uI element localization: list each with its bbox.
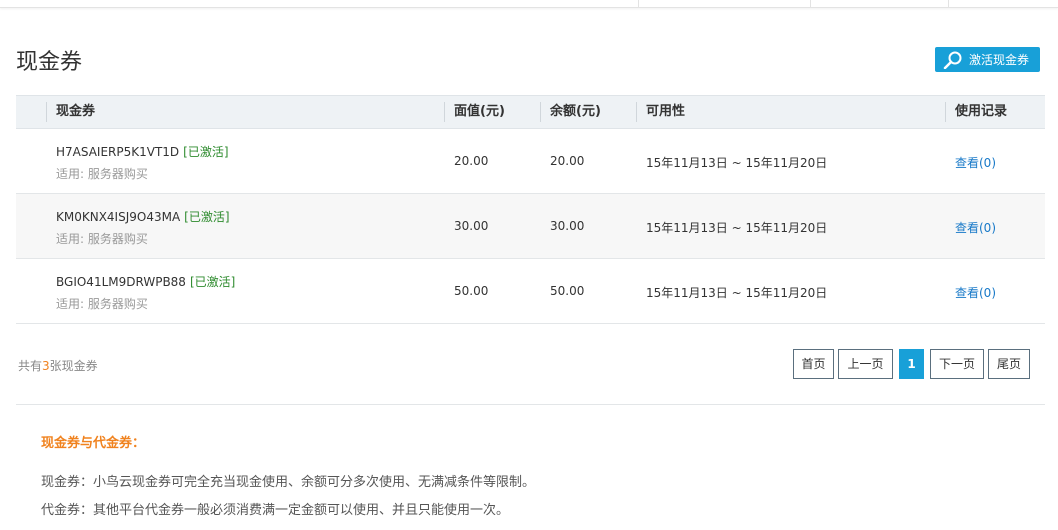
face-value: 30.00	[454, 219, 489, 233]
column-header-balance: 余额(元)	[550, 104, 601, 119]
column-separator	[945, 102, 946, 122]
status-badge: [已激活]	[184, 210, 230, 224]
validity-period: 15年11月13日 ~ 15年11月20日	[646, 156, 828, 170]
voucher-scope: 适用: 服务器购买	[56, 297, 148, 311]
status-badge: [已激活]	[183, 145, 229, 159]
table-header: 现金券 面值(元) 余额(元) 可用性 使用记录	[16, 95, 1045, 129]
prev-page-button[interactable]: 上一页	[838, 349, 893, 379]
activate-voucher-button[interactable]: 激活现金券	[935, 47, 1040, 72]
table-row: KM0KNX4ISJ9O43MA [已激活] 适用: 服务器购买 30.00 30…	[16, 194, 1045, 259]
validity-period: 15年11月13日 ~ 15年11月20日	[646, 221, 828, 235]
column-separator	[636, 102, 637, 122]
column-separator	[46, 102, 47, 122]
voucher-count-number: 3	[42, 359, 50, 373]
activate-voucher-label: 激活现金券	[969, 53, 1030, 67]
top-bar	[0, 0, 1058, 8]
column-header-availability: 可用性	[646, 104, 686, 119]
view-record-link[interactable]: 查看(0)	[955, 154, 996, 171]
column-header-voucher: 现金券	[56, 104, 96, 119]
view-record-link[interactable]: 查看(0)	[955, 219, 996, 236]
balance: 20.00	[550, 154, 585, 168]
current-page-button[interactable]: 1	[899, 349, 924, 379]
top-bar-divider	[948, 0, 949, 8]
balance: 50.00	[550, 284, 585, 298]
first-page-button[interactable]: 首页	[793, 349, 834, 379]
voucher-code: KM0KNX4ISJ9O43MA	[56, 210, 181, 224]
face-value: 50.00	[454, 284, 489, 298]
balance: 30.00	[550, 219, 585, 233]
voucher-table: 现金券 面值(元) 余额(元) 可用性 使用记录 H7ASAIERP5K1VT1…	[16, 95, 1045, 324]
column-separator	[444, 102, 445, 122]
validity-period: 15年11月13日 ~ 15年11月20日	[646, 286, 828, 300]
table-row: H7ASAIERP5K1VT1D [已激活] 适用: 服务器购买 20.00 20…	[16, 129, 1045, 194]
next-page-button[interactable]: 下一页	[930, 349, 984, 379]
last-page-button[interactable]: 尾页	[988, 349, 1030, 379]
voucher-scope: 适用: 服务器购买	[56, 167, 148, 181]
search-icon	[943, 51, 962, 69]
top-bar-divider	[810, 0, 811, 8]
section-divider	[16, 404, 1045, 405]
info-title: 现金券与代金券：	[41, 436, 146, 451]
info-cash-voucher: 现金券：小鸟云现金券可完全充当现金使用、余额可分多次使用、无满减条件等限制。	[41, 475, 536, 490]
column-header-usage-record: 使用记录	[955, 104, 1008, 119]
info-coupon: 代金券：其他平台代金券一般必须消费满一定金额可以使用、并且只能使用一次。	[41, 503, 510, 518]
voucher-scope: 适用: 服务器购买	[56, 232, 148, 246]
voucher-code: H7ASAIERP5K1VT1D	[56, 145, 180, 159]
top-bar-divider	[638, 0, 639, 8]
face-value: 20.00	[454, 154, 489, 168]
column-separator	[540, 102, 541, 122]
status-badge: [已激活]	[189, 275, 236, 289]
view-record-link[interactable]: 查看(0)	[955, 284, 996, 301]
voucher-count: 共有3张现金券	[18, 359, 98, 373]
page-title: 现金券	[16, 50, 83, 75]
voucher-code: BGIO41LM9DRWPB88	[56, 275, 186, 289]
column-header-face-value: 面值(元)	[454, 104, 505, 119]
table-row: BGIO41LM9DRWPB88 [已激活] 适用: 服务器购买 50.00 50…	[16, 259, 1045, 324]
